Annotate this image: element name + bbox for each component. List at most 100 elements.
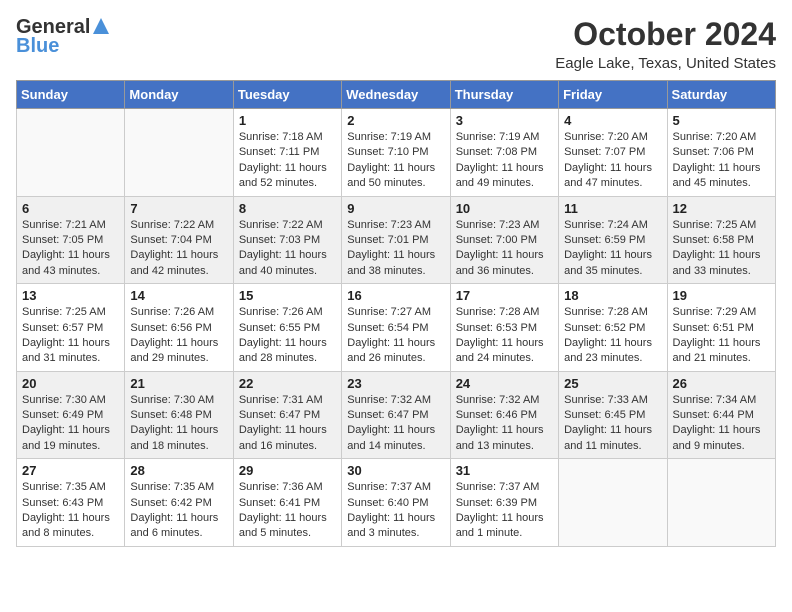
day-info: Sunrise: 7:29 AMSunset: 6:51 PMDaylight:… [673, 305, 770, 367]
day-number: 26 [673, 376, 770, 391]
day-info: Sunrise: 7:36 AMSunset: 6:41 PMDaylight:… [239, 480, 336, 542]
day-number: 18 [564, 288, 661, 303]
day-number: 31 [456, 463, 553, 478]
day-number: 4 [564, 113, 661, 128]
day-info: Sunrise: 7:18 AMSunset: 7:11 PMDaylight:… [239, 130, 336, 192]
day-number: 27 [22, 463, 119, 478]
day-info: Sunrise: 7:31 AMSunset: 6:47 PMDaylight:… [239, 393, 336, 455]
day-number: 24 [456, 376, 553, 391]
day-info: Sunrise: 7:24 AMSunset: 6:59 PMDaylight:… [564, 218, 661, 280]
day-cell: 24 Sunrise: 7:32 AMSunset: 6:46 PMDayligh… [450, 371, 558, 459]
day-number: 23 [347, 376, 444, 391]
day-cell: 26 Sunrise: 7:34 AMSunset: 6:44 PMDayligh… [667, 371, 775, 459]
day-cell: 4Sunrise: 7:20 AMSunset: 7:07 PMDaylight… [559, 109, 667, 197]
col-tuesday: Tuesday [233, 81, 341, 109]
week-row-2: 6 Sunrise: 7:21 AMSunset: 7:05 PMDaylight… [17, 196, 776, 284]
day-info: Sunrise: 7:25 AMSunset: 6:57 PMDaylight:… [22, 305, 119, 367]
day-info: Sunrise: 7:28 AMSunset: 6:52 PMDaylight:… [564, 305, 661, 367]
day-info: Sunrise: 7:21 AMSunset: 7:05 PMDaylight:… [22, 218, 119, 280]
day-number: 15 [239, 288, 336, 303]
month-title: October 2024 [555, 16, 776, 53]
day-cell [667, 459, 775, 547]
week-row-1: 1 Sunrise: 7:18 AMSunset: 7:11 PMDaylight… [17, 109, 776, 197]
week-row-3: 13 Sunrise: 7:25 AMSunset: 6:57 PMDayligh… [17, 284, 776, 372]
day-cell: 3 Sunrise: 7:19 AMSunset: 7:08 PMDaylight… [450, 109, 558, 197]
col-monday: Monday [125, 81, 233, 109]
day-info: Sunrise: 7:23 AMSunset: 7:00 PMDaylight:… [456, 218, 553, 280]
day-cell: 27Sunrise: 7:35 AMSunset: 6:43 PMDayligh… [17, 459, 125, 547]
day-number: 29 [239, 463, 336, 478]
day-info: Sunrise: 7:20 AMSunset: 7:06 PMDaylight:… [673, 130, 770, 192]
day-info: Sunrise: 7:30 AMSunset: 6:48 PMDaylight:… [130, 393, 227, 455]
day-cell: 6 Sunrise: 7:21 AMSunset: 7:05 PMDaylight… [17, 196, 125, 284]
day-info: Sunrise: 7:22 AMSunset: 7:03 PMDaylight:… [239, 218, 336, 280]
day-number: 3 [456, 113, 553, 128]
col-thursday: Thursday [450, 81, 558, 109]
calendar-header-row: Sunday Monday Tuesday Wednesday Thursday… [17, 81, 776, 109]
day-cell [559, 459, 667, 547]
day-cell: 28Sunrise: 7:35 AMSunset: 6:42 PMDayligh… [125, 459, 233, 547]
day-info: Sunrise: 7:26 AMSunset: 6:55 PMDaylight:… [239, 305, 336, 367]
day-cell: 8 Sunrise: 7:22 AMSunset: 7:03 PMDaylight… [233, 196, 341, 284]
day-number: 8 [239, 201, 336, 216]
day-info: Sunrise: 7:28 AMSunset: 6:53 PMDaylight:… [456, 305, 553, 367]
logo: General Blue [16, 16, 109, 58]
day-number: 20 [22, 376, 119, 391]
day-cell: 10 Sunrise: 7:23 AMSunset: 7:00 PMDayligh… [450, 196, 558, 284]
day-info: Sunrise: 7:37 AMSunset: 6:40 PMDaylight:… [347, 480, 444, 542]
day-cell: 29 Sunrise: 7:36 AMSunset: 6:41 PMDayligh… [233, 459, 341, 547]
day-number: 9 [347, 201, 444, 216]
day-cell: 20 Sunrise: 7:30 AMSunset: 6:49 PMDayligh… [17, 371, 125, 459]
day-cell: 14 Sunrise: 7:26 AMSunset: 6:56 PMDayligh… [125, 284, 233, 372]
title-section: October 2024 Eagle Lake, Texas, United S… [555, 16, 776, 72]
day-number: 28 [130, 463, 227, 478]
day-cell: 22 Sunrise: 7:31 AMSunset: 6:47 PMDayligh… [233, 371, 341, 459]
day-cell: 9 Sunrise: 7:23 AMSunset: 7:01 PMDaylight… [342, 196, 450, 284]
col-saturday: Saturday [667, 81, 775, 109]
day-number: 17 [456, 288, 553, 303]
day-info: Sunrise: 7:30 AMSunset: 6:49 PMDaylight:… [22, 393, 119, 455]
col-sunday: Sunday [17, 81, 125, 109]
day-cell: 18 Sunrise: 7:28 AMSunset: 6:52 PMDayligh… [559, 284, 667, 372]
day-cell: 1 Sunrise: 7:18 AMSunset: 7:11 PMDaylight… [233, 109, 341, 197]
day-cell [17, 109, 125, 197]
day-number: 7 [130, 201, 227, 216]
day-cell: 23Sunrise: 7:32 AMSunset: 6:47 PMDayligh… [342, 371, 450, 459]
calendar-table: Sunday Monday Tuesday Wednesday Thursday… [16, 80, 776, 547]
week-row-5: 27Sunrise: 7:35 AMSunset: 6:43 PMDayligh… [17, 459, 776, 547]
day-number: 6 [22, 201, 119, 216]
day-info: Sunrise: 7:32 AMSunset: 6:46 PMDaylight:… [456, 393, 553, 455]
day-number: 1 [239, 113, 336, 128]
day-number: 2 [347, 113, 444, 128]
day-number: 22 [239, 376, 336, 391]
day-cell [125, 109, 233, 197]
day-cell: 11 Sunrise: 7:24 AMSunset: 6:59 PMDayligh… [559, 196, 667, 284]
day-cell: 13 Sunrise: 7:25 AMSunset: 6:57 PMDayligh… [17, 284, 125, 372]
day-info: Sunrise: 7:23 AMSunset: 7:01 PMDaylight:… [347, 218, 444, 280]
day-cell: 12Sunrise: 7:25 AMSunset: 6:58 PMDayligh… [667, 196, 775, 284]
day-cell: 19 Sunrise: 7:29 AMSunset: 6:51 PMDayligh… [667, 284, 775, 372]
day-cell: 7Sunrise: 7:22 AMSunset: 7:04 PMDaylight… [125, 196, 233, 284]
day-cell: 15 Sunrise: 7:26 AMSunset: 6:55 PMDayligh… [233, 284, 341, 372]
day-info: Sunrise: 7:19 AMSunset: 7:08 PMDaylight:… [456, 130, 553, 192]
day-number: 11 [564, 201, 661, 216]
day-cell: 25 Sunrise: 7:33 AMSunset: 6:45 PMDayligh… [559, 371, 667, 459]
day-cell: 30Sunrise: 7:37 AMSunset: 6:40 PMDayligh… [342, 459, 450, 547]
day-cell: 16 Sunrise: 7:27 AMSunset: 6:54 PMDayligh… [342, 284, 450, 372]
col-wednesday: Wednesday [342, 81, 450, 109]
day-info: Sunrise: 7:33 AMSunset: 6:45 PMDaylight:… [564, 393, 661, 455]
day-number: 19 [673, 288, 770, 303]
day-info: Sunrise: 7:19 AMSunset: 7:10 PMDaylight:… [347, 130, 444, 192]
day-info: Sunrise: 7:37 AMSunset: 6:39 PMDaylight:… [456, 480, 553, 542]
col-friday: Friday [559, 81, 667, 109]
day-info: Sunrise: 7:27 AMSunset: 6:54 PMDaylight:… [347, 305, 444, 367]
day-info: Sunrise: 7:34 AMSunset: 6:44 PMDaylight:… [673, 393, 770, 455]
day-number: 16 [347, 288, 444, 303]
day-number: 25 [564, 376, 661, 391]
day-number: 14 [130, 288, 227, 303]
day-number: 13 [22, 288, 119, 303]
day-info: Sunrise: 7:26 AMSunset: 6:56 PMDaylight:… [130, 305, 227, 367]
day-number: 10 [456, 201, 553, 216]
day-number: 21 [130, 376, 227, 391]
logo-blue: Blue [16, 35, 59, 58]
